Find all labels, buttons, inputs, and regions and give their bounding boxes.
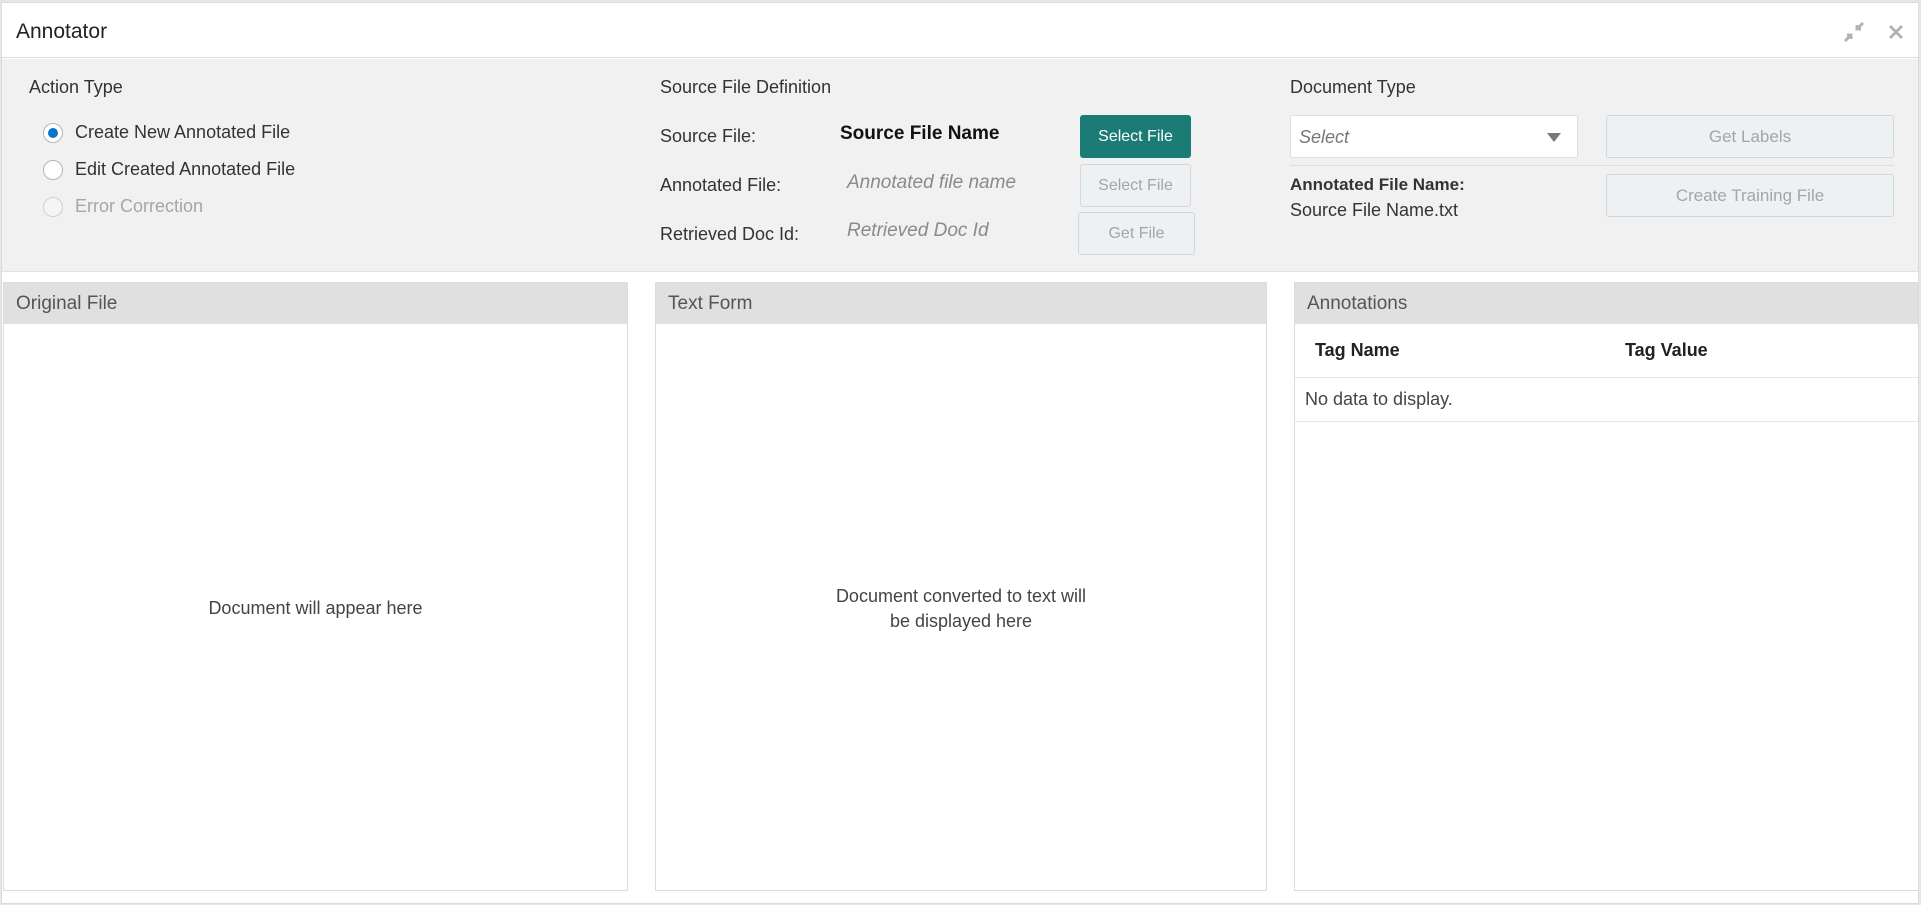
radio-label: Create New Annotated File: [75, 122, 291, 142]
window-title: Annotator: [16, 20, 108, 43]
original-file-placeholder: Document will appear here: [208, 598, 423, 618]
create-training-file-button[interactable]: Create Training File: [1606, 174, 1894, 217]
text-form-placeholder-line1: Document converted to text will: [835, 586, 1087, 606]
get-file-button[interactable]: Get File: [1078, 212, 1195, 255]
annotations-header: Annotations: [1295, 283, 1918, 324]
source-file-label: Source File:: [660, 126, 757, 146]
select-placeholder: Select: [1299, 127, 1350, 147]
radio-label: Edit Created Annotated File: [75, 159, 296, 179]
annotated-file-label: Annotated File:: [660, 175, 782, 195]
close-icon[interactable]: [1884, 20, 1908, 44]
radio-checked-icon[interactable]: [43, 122, 63, 143]
annotations-panel: Annotations Tag Name Tag Value No data t…: [1294, 282, 1919, 891]
original-file-panel: Original File Document will appear here: [3, 282, 628, 891]
retrieved-doc-placeholder: Retrieved Doc Id: [847, 220, 989, 241]
annotator-window: Annotator Action Type Create New Annotat…: [1, 2, 1919, 904]
annotated-file-placeholder: Annotated file name: [847, 172, 1017, 193]
divider: [1290, 165, 1894, 166]
caret-down-icon: [1547, 133, 1561, 142]
document-type-title: Document Type: [1290, 77, 1416, 97]
radio-create-new[interactable]: Create New Annotated File: [43, 122, 290, 143]
annotated-select-file-button[interactable]: Select File: [1080, 164, 1191, 207]
document-type-select[interactable]: Select: [1290, 115, 1578, 158]
collapse-icon[interactable]: [1842, 20, 1866, 44]
source-file-definition-title: Source File Definition: [660, 77, 832, 97]
radio-unchecked-icon[interactable]: [43, 159, 63, 180]
text-form-panel: Text Form Document converted to text wil…: [655, 282, 1267, 891]
text-form-placeholder-line2: be displayed here: [889, 611, 1033, 631]
annotations-table-header: Tag Name Tag Value: [1295, 324, 1918, 378]
annotated-file-name-label: Annotated File Name:: [1290, 175, 1465, 194]
title-bar: Annotator: [2, 3, 1918, 58]
source-file-value: Source File Name: [840, 123, 1000, 144]
source-select-file-button[interactable]: Select File: [1080, 115, 1191, 158]
radio-disabled-icon: [43, 196, 63, 217]
top-form-area: Action Type Create New Annotated File Ed…: [2, 59, 1918, 272]
column-tag-value[interactable]: Tag Value: [1605, 340, 1708, 361]
radio-edit-created[interactable]: Edit Created Annotated File: [43, 159, 295, 180]
original-file-header: Original File: [4, 283, 627, 324]
no-data-message: No data to display.: [1295, 378, 1918, 422]
action-type-title: Action Type: [29, 77, 123, 97]
radio-error-correction: Error Correction: [43, 196, 203, 217]
get-labels-button[interactable]: Get Labels: [1606, 115, 1894, 158]
radio-label: Error Correction: [75, 196, 204, 216]
annotated-file-name-value: Source File Name.txt: [1290, 200, 1459, 220]
retrieved-doc-label: Retrieved Doc Id:: [660, 224, 800, 244]
column-tag-name[interactable]: Tag Name: [1295, 340, 1605, 361]
text-form-header: Text Form: [656, 283, 1266, 324]
